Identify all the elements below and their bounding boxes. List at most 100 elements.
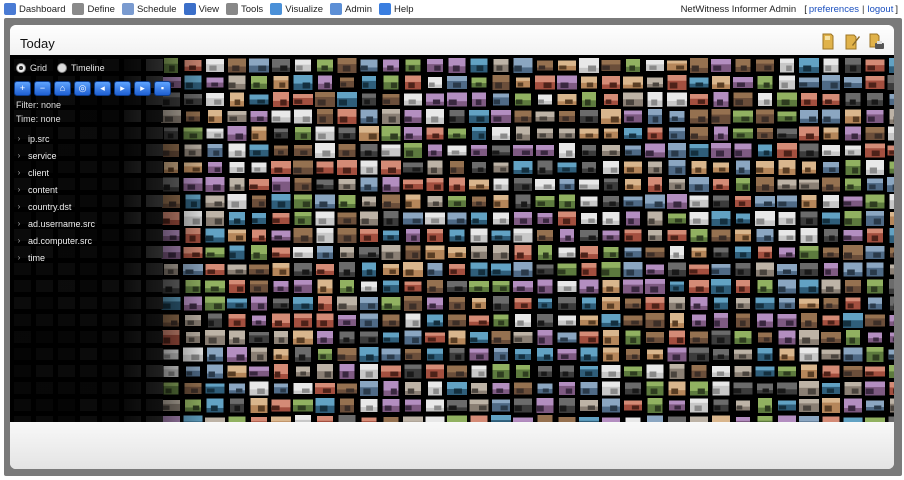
thumbnail-detail <box>253 150 261 156</box>
thumbnail-highlight <box>845 280 861 287</box>
grid-radio[interactable] <box>16 63 26 73</box>
thumbnail-detail <box>229 252 236 259</box>
thumbnail-detail <box>297 218 305 224</box>
thumbnail-highlight <box>669 400 685 405</box>
thumbnail-detail <box>697 388 705 395</box>
thumbnail-highlight <box>734 331 752 339</box>
logout-link[interactable]: logout <box>867 4 893 15</box>
thumbnail-detail <box>646 252 655 257</box>
lock-button[interactable]: ▪ <box>154 81 171 96</box>
thumbnail-highlight <box>778 330 796 339</box>
thumbnail-detail <box>602 65 610 70</box>
thumbnail-detail <box>631 286 640 293</box>
bracket-open: [ <box>804 3 807 15</box>
menu-admin[interactable]: Admin <box>330 3 372 15</box>
play-button[interactable]: ▸ <box>114 81 131 96</box>
thumbnail-detail <box>892 184 894 191</box>
thumbnail-detail <box>342 371 349 378</box>
thumbnail-detail <box>717 99 724 106</box>
thumbnail-detail <box>429 82 435 87</box>
menu-dashboard[interactable]: Dashboard <box>4 3 65 15</box>
thumbnail-detail <box>714 405 721 411</box>
expand-arrow-icon[interactable]: › <box>14 236 24 245</box>
thumbnail-highlight <box>758 144 772 152</box>
thumbnail-highlight <box>756 262 774 270</box>
thumbnail-detail <box>651 99 658 106</box>
thumbnail-highlight <box>889 365 894 372</box>
print-icon[interactable] <box>868 33 884 51</box>
expand-arrow-icon[interactable]: › <box>14 202 24 211</box>
thumbnail-highlight <box>667 230 687 235</box>
thumbnail-detail <box>844 371 852 376</box>
menu-help[interactable]: Help <box>378 3 414 15</box>
tree-item-client[interactable]: › client <box>14 164 95 181</box>
thumbnail-detail <box>271 405 280 411</box>
thumbnail-detail <box>689 269 698 274</box>
thumbnail-highlight <box>447 76 467 81</box>
thumbnail-highlight <box>667 194 687 203</box>
tree-item-content[interactable]: › content <box>14 181 95 198</box>
tree-item-ip-src[interactable]: › ip.src <box>14 130 95 147</box>
thumbnail-detail <box>606 354 613 361</box>
menu-define[interactable]: Define <box>72 3 115 15</box>
expand-arrow-icon[interactable]: › <box>14 168 24 177</box>
thumbnail-detail <box>671 269 680 276</box>
first-button[interactable]: ◂ <box>94 81 111 96</box>
thumbnail-highlight <box>647 92 663 101</box>
thumbnail-detail <box>538 337 545 344</box>
thumbnail-highlight <box>383 211 399 219</box>
thumbnail-detail <box>761 133 768 138</box>
admin-icon <box>330 3 343 15</box>
thumbnail-detail <box>453 201 462 206</box>
last-button[interactable]: ▸ <box>134 81 151 96</box>
tree-item-label: country.dst <box>28 201 72 212</box>
thumbnail-detail <box>673 252 679 258</box>
thumbnail-highlight <box>890 247 894 254</box>
edit-icon[interactable] <box>844 33 860 51</box>
expand-arrow-icon[interactable]: › <box>14 134 24 143</box>
thumbnail-highlight <box>403 212 423 219</box>
thumbnail-detail <box>454 303 461 309</box>
zoom-out-button[interactable]: − <box>34 81 51 96</box>
expand-arrow-icon[interactable]: › <box>14 253 24 262</box>
thumbnail-detail <box>386 218 393 225</box>
thumbnail-highlight <box>471 246 487 252</box>
fit-button[interactable]: ◎ <box>74 81 91 96</box>
thumbnail-highlight <box>340 247 354 253</box>
thumbnail-detail <box>294 286 302 292</box>
thumbnail-detail <box>563 286 572 291</box>
zoom-in-button[interactable]: + <box>14 81 31 96</box>
thumbnail-highlight <box>293 75 313 84</box>
timeline-radio[interactable] <box>57 63 68 73</box>
preferences-link[interactable]: preferences <box>809 4 859 15</box>
thumbnail-detail <box>236 286 244 292</box>
thumbnail-detail <box>383 337 391 342</box>
menu-visualize[interactable]: Visualize <box>270 3 323 15</box>
visualization-area[interactable]: Grid Timeline + − ⌂ ◎ ◂ ▸ ▸ ▪ Filter: none Time… <box>10 55 894 422</box>
menu-tools[interactable]: Tools <box>226 3 263 15</box>
thumbnail-highlight <box>623 92 643 100</box>
thumbnail-detail <box>806 218 813 225</box>
thumbnail-detail <box>366 116 374 123</box>
expand-arrow-icon[interactable]: › <box>14 185 24 194</box>
thumbnail-detail <box>865 388 874 395</box>
thumbnail-highlight <box>294 313 312 319</box>
menu-schedule[interactable]: Schedule <box>121 3 177 15</box>
tree-item-ad-computer-src[interactable]: › ad.computer.src <box>14 232 95 249</box>
thumbnail-detail <box>566 150 573 157</box>
tree-item-time[interactable]: › time <box>14 249 95 266</box>
expand-arrow-icon[interactable]: › <box>14 219 24 228</box>
thumbnail-highlight <box>382 314 400 321</box>
tree-item-service[interactable]: › service <box>14 147 95 164</box>
menu-view[interactable]: View <box>183 3 219 15</box>
expand-arrow-icon[interactable]: › <box>14 151 24 160</box>
thumbnail-highlight <box>887 177 894 186</box>
home-button[interactable]: ⌂ <box>54 81 71 96</box>
help-icon <box>378 3 391 15</box>
thumbnail-detail <box>625 99 634 106</box>
tree-item-country-dst[interactable]: › country.dst <box>14 198 95 215</box>
tree-item-ad-username-src[interactable]: › ad.username.src <box>14 215 95 232</box>
thumbnail-detail <box>584 303 591 309</box>
thumbnail-detail <box>302 82 311 89</box>
save-icon[interactable] <box>820 33 836 51</box>
